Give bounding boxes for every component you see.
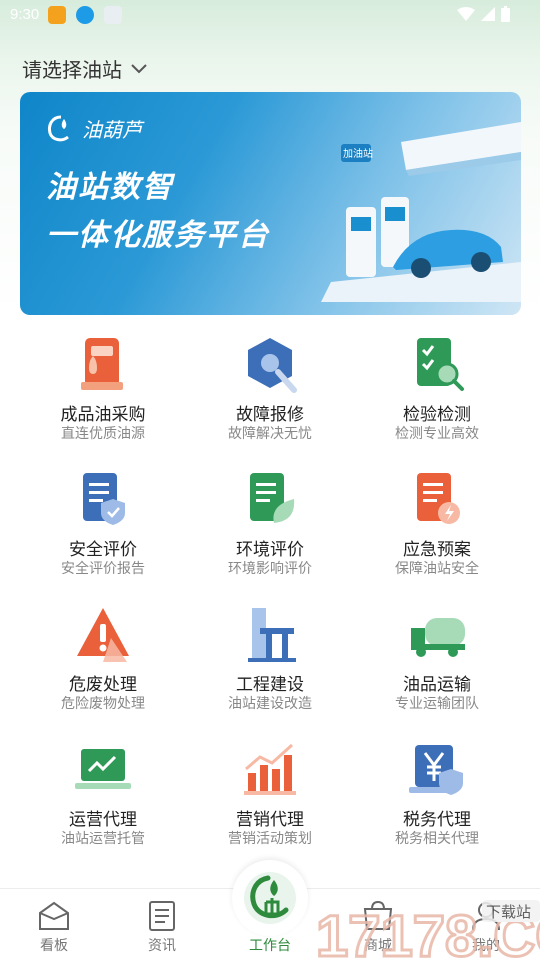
promo-banner[interactable]: 油葫芦 油站数智 一体化服务平台 加油站 — [20, 92, 521, 315]
service-subtitle: 环境影响评价 — [228, 560, 312, 576]
bar-chart-icon — [244, 743, 296, 795]
service-title: 成品油采购 — [60, 405, 146, 424]
environment-report-icon — [250, 473, 295, 523]
emergency-plan-icon — [417, 473, 460, 524]
service-title: 营销代理 — [236, 810, 304, 829]
service-title: 故障报修 — [236, 405, 304, 424]
workbench-logo-icon — [244, 872, 296, 924]
service-title: 应急预案 — [403, 540, 471, 559]
app-notification-icon — [48, 6, 66, 24]
service-title: 运营代理 — [69, 810, 137, 829]
service-title: 工程建设 — [236, 675, 304, 694]
service-subtitle: 保障油站安全 — [395, 560, 479, 576]
service-title: 环境评价 — [236, 540, 304, 559]
status-time: 9:30 — [10, 6, 40, 23]
service-inspection[interactable]: 检验检测 检测专业高效 — [354, 330, 520, 460]
service-repair[interactable]: 故障报修 故障解决无忧 — [187, 330, 353, 460]
service-marketing-agency[interactable]: 营销代理 营销活动策划 — [187, 735, 353, 865]
service-operations-agency[interactable]: 运营代理 油站运营托管 — [20, 735, 186, 865]
service-title: 税务代理 — [403, 810, 471, 829]
fuel-pump-icon — [81, 338, 123, 390]
tab-dashboard[interactable]: 看板 — [0, 889, 108, 960]
service-subtitle: 直连优质油源 — [61, 425, 145, 441]
laptop-chart-icon — [75, 749, 131, 789]
construction-icon — [248, 608, 296, 662]
news-icon — [149, 901, 175, 931]
service-title: 油品运输 — [403, 675, 471, 694]
service-subtitle: 营销活动策划 — [228, 830, 312, 846]
hazard-warning-icon — [77, 608, 129, 662]
tax-yen-icon — [409, 745, 463, 795]
service-emergency-plan[interactable]: 应急预案 保障油站安全 — [354, 465, 520, 595]
service-tax-agency[interactable]: 税务代理 税务相关代理 — [354, 735, 520, 865]
tab-news[interactable]: 资讯 — [108, 889, 216, 960]
watermark-logo: 17178.COM 下载站 — [316, 900, 540, 960]
app-notification-icon — [104, 6, 122, 24]
station-selector-label: 请选择油站 — [22, 60, 122, 82]
station-sign-text: 加油站 — [343, 147, 373, 160]
service-construction[interactable]: 工程建设 油站建设改造 — [187, 600, 353, 730]
safety-report-icon — [83, 473, 125, 525]
battery-icon — [501, 6, 510, 22]
service-subtitle: 税务相关代理 — [395, 830, 479, 846]
tab-label: 看板 — [40, 937, 68, 953]
service-subtitle: 安全评价报告 — [61, 560, 145, 576]
service-oil-transport[interactable]: 油品运输 专业运输团队 — [354, 600, 520, 730]
banner-headline: 油站数智 — [46, 170, 174, 205]
service-environment-evaluation[interactable]: 环境评价 环境影响评价 — [187, 465, 353, 595]
service-title: 安全评价 — [69, 540, 137, 559]
watermark-badge: 下载站 — [486, 904, 531, 921]
chevron-down-icon — [131, 63, 147, 73]
banner-brand-text: 油葫芦 — [82, 118, 142, 142]
service-subtitle: 故障解决无忧 — [228, 425, 312, 441]
wrench-hex-icon — [248, 338, 297, 393]
status-bar: 9:30 — [0, 0, 540, 30]
service-hazardous-waste[interactable]: 危废处理 危险废物处理 — [20, 600, 186, 730]
home-icon — [39, 901, 69, 930]
status-icons — [457, 6, 510, 22]
signal-icon — [481, 7, 495, 21]
service-subtitle: 危险废物处理 — [61, 695, 145, 711]
service-title: 危废处理 — [69, 675, 137, 694]
workbench-center-button[interactable] — [232, 860, 308, 936]
tab-label: 工作台 — [249, 937, 291, 953]
tab-label: 资讯 — [148, 937, 176, 953]
service-subtitle: 油站运营托管 — [61, 830, 145, 846]
service-subtitle: 油站建设改造 — [228, 695, 312, 711]
station-selector[interactable]: 请选择油站 — [22, 54, 148, 83]
download-notification-icon — [76, 6, 94, 24]
tanker-truck-icon — [411, 618, 465, 657]
banner-brand: 油葫芦 — [46, 114, 142, 143]
brand-logo-icon — [48, 115, 69, 141]
banner-subheadline: 一体化服务平台 — [46, 218, 270, 253]
service-safety-evaluation[interactable]: 安全评价 安全评价报告 — [20, 465, 186, 595]
service-subtitle: 专业运输团队 — [395, 695, 479, 711]
service-title: 检验检测 — [403, 405, 471, 424]
service-fuel-purchase[interactable]: 成品油采购 直连优质油源 — [20, 330, 186, 460]
inspection-icon — [417, 338, 464, 391]
gas-station-illustration: 加油站 — [321, 122, 521, 302]
wifi-icon — [457, 7, 475, 21]
service-subtitle: 检测专业高效 — [395, 425, 479, 441]
